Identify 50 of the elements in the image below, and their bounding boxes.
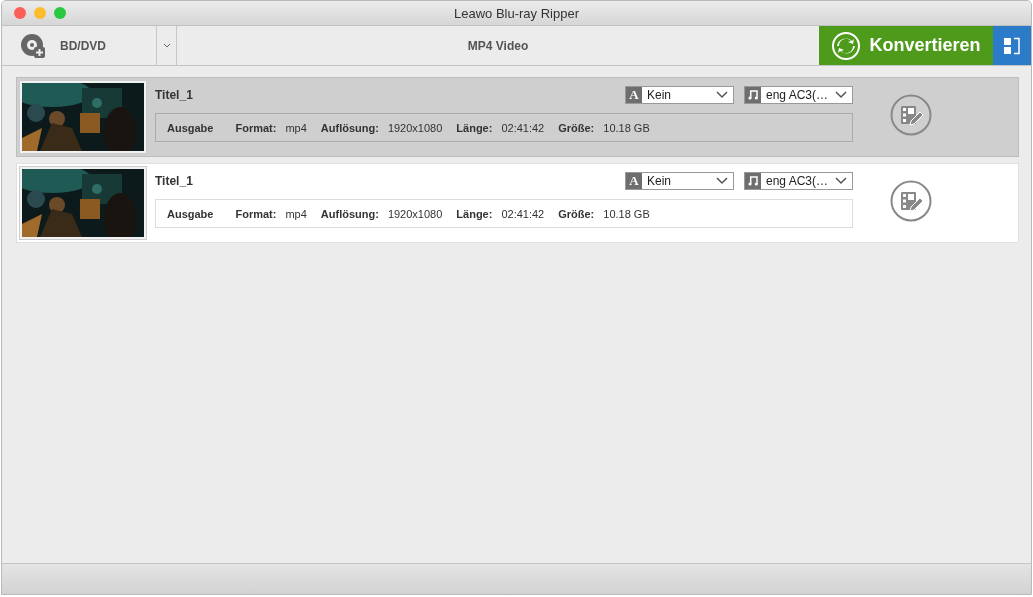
music-note-icon bbox=[748, 175, 758, 186]
info-label: Länge: bbox=[456, 121, 493, 134]
audio-dropdown[interactable]: eng AC3(… bbox=[744, 85, 853, 104]
disc-plus-icon bbox=[20, 32, 46, 59]
info-value: 10.18 GB bbox=[603, 207, 650, 220]
info-value: 02:41:42 bbox=[501, 207, 545, 220]
chevron-down-icon bbox=[716, 90, 728, 99]
audio-dropdown[interactable]: eng AC3(… bbox=[744, 171, 853, 190]
info-label: Format: bbox=[235, 121, 277, 134]
info-value: 1920x1080 bbox=[387, 121, 443, 134]
layout-button[interactable] bbox=[993, 26, 1031, 65]
info-label: Format: bbox=[235, 207, 277, 220]
info-label: Länge: bbox=[456, 207, 493, 220]
info-label: Auflösung: bbox=[320, 207, 379, 220]
title-row[interactable]: Titel_1 A Kein eng AC3(… Ausgabe Format: mp4 Auflösung: 1920x1080 Länge: 02:41:42 Größe: 10.18 GB bbox=[16, 163, 1019, 243]
title-name: Titel_1 bbox=[155, 87, 194, 102]
film-pencil-icon bbox=[890, 180, 932, 222]
chevron-down-icon bbox=[716, 176, 728, 185]
chevron-down-icon bbox=[162, 43, 171, 48]
output-label: Ausgabe bbox=[167, 207, 214, 220]
info-value: 10.18 GB bbox=[603, 121, 650, 134]
edit-button[interactable] bbox=[890, 180, 932, 222]
panel-layout-icon bbox=[1003, 36, 1021, 55]
film-pencil-icon bbox=[890, 94, 932, 136]
subtitle-icon: A bbox=[626, 86, 642, 103]
info-label: Auflösung: bbox=[320, 121, 379, 134]
info-label: Größe: bbox=[558, 121, 595, 134]
convert-button[interactable]: Konvertieren bbox=[819, 26, 993, 65]
window-title: Leawo Blu-ray Ripper bbox=[454, 5, 579, 21]
output-label: Ausgabe bbox=[167, 121, 214, 134]
refresh-icon bbox=[831, 30, 862, 61]
chevron-down-icon bbox=[835, 176, 847, 185]
info-value: 1920x1080 bbox=[387, 207, 443, 220]
close-button[interactable] bbox=[14, 7, 26, 19]
title-name: Titel_1 bbox=[155, 173, 194, 188]
info-value: 02:41:42 bbox=[501, 121, 545, 134]
music-note-icon bbox=[748, 89, 758, 100]
zoom-button[interactable] bbox=[54, 7, 66, 19]
minimize-button[interactable] bbox=[34, 7, 46, 19]
subtitle-dropdown[interactable]: A Kein bbox=[625, 85, 734, 104]
chevron-down-icon bbox=[835, 90, 847, 99]
subtitle-dropdown[interactable]: A Kein bbox=[625, 171, 734, 190]
subtitle-icon: A bbox=[626, 172, 642, 189]
profile-button[interactable]: MP4 Video bbox=[177, 26, 819, 65]
add-disc-button[interactable]: BD/DVD bbox=[2, 26, 157, 65]
title-row[interactable]: Titel_1 A Kein eng AC3(… Ausgabe Format: mp4 Auflösung: 1920x1080 Länge: 02:41:42 Größe: 10.18 GB bbox=[16, 77, 1019, 157]
edit-button[interactable] bbox=[890, 94, 932, 136]
info-label: Größe: bbox=[558, 207, 595, 220]
info-value: mp4 bbox=[285, 121, 307, 134]
info-value: mp4 bbox=[285, 207, 307, 220]
